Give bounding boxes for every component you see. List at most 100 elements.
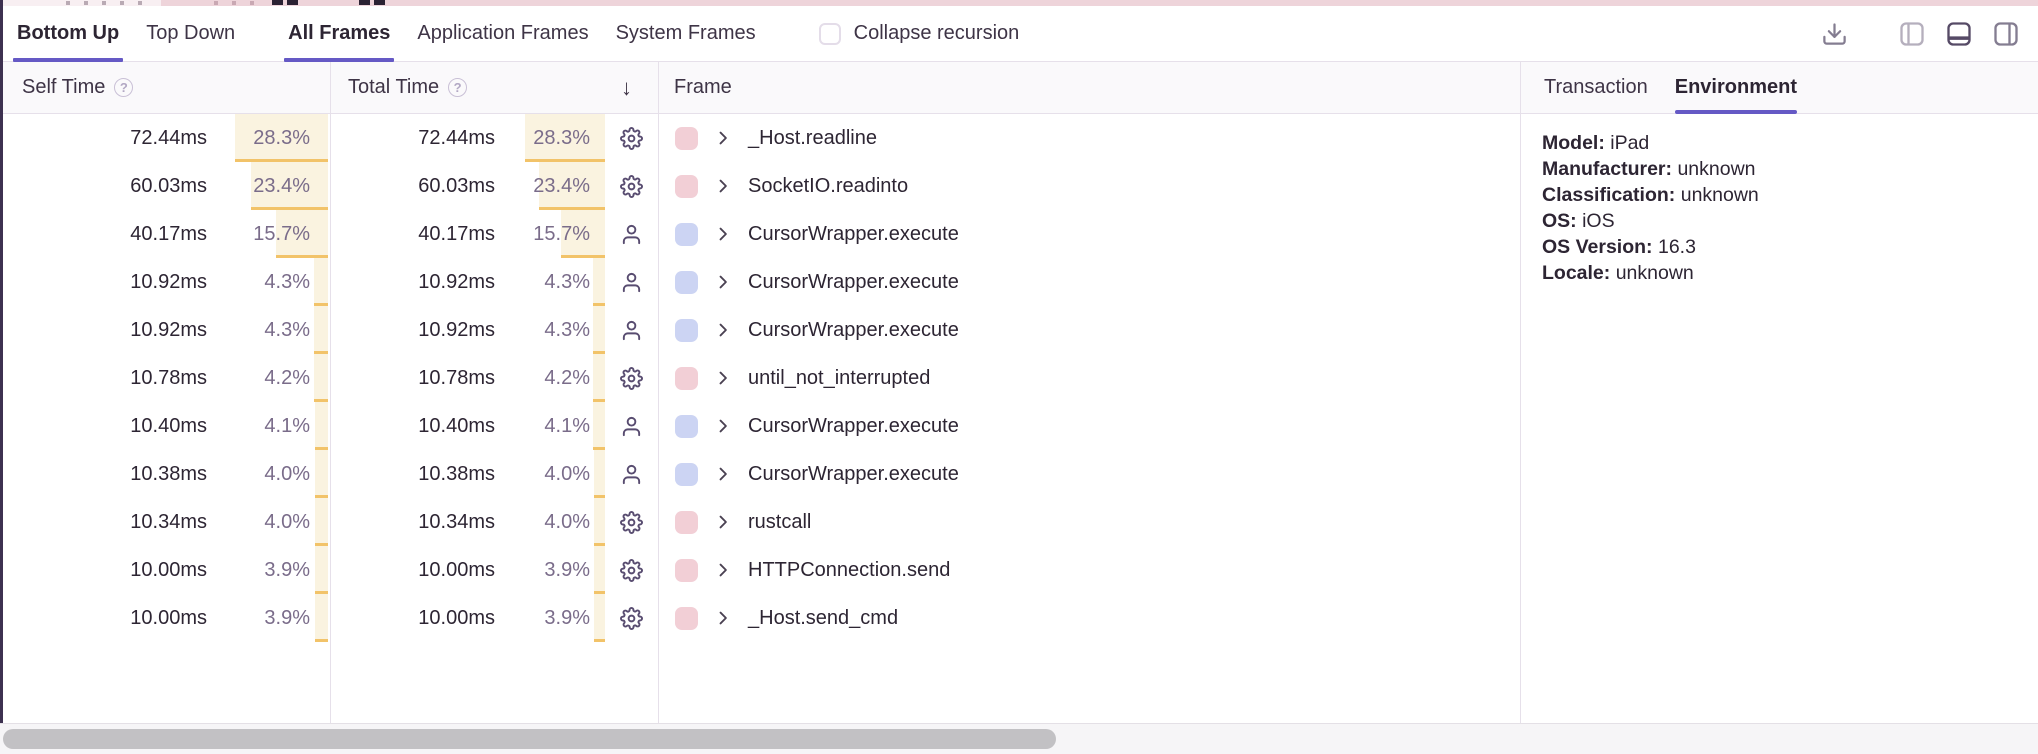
total-time-percent-cell: 3.9% bbox=[525, 594, 605, 642]
help-icon[interactable]: ? bbox=[114, 78, 133, 97]
collapse-recursion-checkbox[interactable] bbox=[819, 23, 841, 45]
tab-all-frames[interactable]: All Frames bbox=[288, 6, 390, 61]
expand-chevron-icon[interactable] bbox=[713, 224, 733, 244]
expand-chevron-icon[interactable] bbox=[713, 368, 733, 388]
table-row[interactable]: 10.78ms 4.2% 10.78ms 4.2% until_not_inte… bbox=[0, 354, 1520, 402]
table-row[interactable]: 10.00ms 3.9% 10.00ms 3.9% HTTPConnection… bbox=[0, 546, 1520, 594]
table-row[interactable]: 10.40ms 4.1% 10.40ms 4.1% CursorWrapper.… bbox=[0, 402, 1520, 450]
expand-chevron-icon[interactable] bbox=[713, 416, 733, 436]
frame-color-chip bbox=[675, 223, 698, 246]
table-row[interactable]: 40.17ms 15.7% 40.17ms 15.7% CursorWrappe… bbox=[0, 210, 1520, 258]
tab-application-frames[interactable]: Application Frames bbox=[417, 6, 588, 61]
expand-chevron-icon[interactable] bbox=[713, 512, 733, 532]
self-time-value: 10.92ms bbox=[0, 258, 233, 306]
horizontal-scrollbar[interactable] bbox=[0, 723, 2038, 754]
frame-name: CursorWrapper.execute bbox=[748, 319, 959, 342]
self-time-column-header[interactable]: Self Time ? bbox=[0, 62, 330, 113]
frame-column-header[interactable]: Frame bbox=[658, 62, 1520, 113]
gear-icon bbox=[620, 511, 643, 534]
table-row[interactable]: 10.92ms 4.3% 10.92ms 4.3% CursorWrapper.… bbox=[0, 258, 1520, 306]
frame-type-icon-box bbox=[605, 450, 658, 498]
help-icon[interactable]: ? bbox=[448, 78, 467, 97]
person-icon bbox=[620, 319, 643, 342]
table-header-row: Self Time ? Total Time ? ↓ Frame bbox=[0, 62, 1520, 114]
person-icon bbox=[620, 415, 643, 438]
sort-descending-icon[interactable]: ↓ bbox=[621, 75, 658, 101]
total-time-value: 10.78ms bbox=[330, 354, 525, 402]
tab-system-frames[interactable]: System Frames bbox=[616, 6, 756, 61]
bottom-up-table: Self Time ? Total Time ? ↓ Frame 72.44ms… bbox=[0, 62, 1521, 723]
percent-weight-bar bbox=[593, 306, 605, 354]
gear-icon bbox=[620, 607, 643, 630]
total-time-value: 10.00ms bbox=[330, 594, 525, 642]
gear-icon bbox=[620, 175, 643, 198]
table-row[interactable]: 10.38ms 4.0% 10.38ms 4.0% CursorWrapper.… bbox=[0, 450, 1520, 498]
expand-chevron-icon[interactable] bbox=[713, 272, 733, 292]
field-value: unknown bbox=[1616, 262, 1694, 284]
environment-field: Classification: unknown bbox=[1542, 182, 2018, 208]
frame-color-chip bbox=[675, 463, 698, 486]
table-row[interactable]: 72.44ms 28.3% 72.44ms 28.3% _Host.readli… bbox=[0, 114, 1520, 162]
total-time-value: 60.03ms bbox=[330, 162, 525, 210]
minimap-tick bbox=[84, 1, 88, 5]
download-icon[interactable] bbox=[1819, 19, 1849, 49]
table-row[interactable]: 60.03ms 23.4% 60.03ms 23.4% SocketIO.rea… bbox=[0, 162, 1520, 210]
frame-cell: rustcall bbox=[658, 498, 1520, 546]
tab-bottom-up[interactable]: Bottom Up bbox=[17, 6, 119, 61]
self-time-cell: 10.38ms 4.0% bbox=[0, 450, 330, 498]
total-time-cell: 40.17ms 15.7% bbox=[330, 210, 658, 258]
total-time-percent-cell: 4.3% bbox=[525, 258, 605, 306]
expand-chevron-icon[interactable] bbox=[713, 608, 733, 628]
column-divider bbox=[658, 62, 659, 723]
split-bottom-icon[interactable] bbox=[1944, 19, 1974, 49]
percent-weight-bar bbox=[594, 498, 605, 546]
frame-type-icon-box bbox=[605, 594, 658, 642]
self-time-cell: 10.00ms 3.9% bbox=[0, 546, 330, 594]
total-time-percent-cell: 4.3% bbox=[525, 306, 605, 354]
minimap-frame-mark bbox=[359, 0, 370, 5]
self-time-value: 10.38ms bbox=[0, 450, 233, 498]
self-time-cell: 10.34ms 4.0% bbox=[0, 498, 330, 546]
expand-chevron-icon[interactable] bbox=[713, 320, 733, 340]
profiler-tab-bar: Bottom Up Top Down All Frames Applicatio… bbox=[0, 6, 2038, 62]
tab-environment[interactable]: Environment bbox=[1675, 62, 1797, 113]
frame-color-chip bbox=[675, 175, 698, 198]
field-label: OS Version: bbox=[1542, 236, 1653, 258]
total-time-cell: 10.92ms 4.3% bbox=[330, 258, 658, 306]
expand-chevron-icon[interactable] bbox=[713, 176, 733, 196]
environment-field: Locale: unknown bbox=[1542, 260, 2018, 286]
self-time-value: 10.40ms bbox=[0, 402, 233, 450]
environment-field: Manufacturer: unknown bbox=[1542, 156, 2018, 182]
horizontal-scrollbar-thumb[interactable] bbox=[3, 729, 1056, 749]
table-row[interactable]: 10.00ms 3.9% 10.00ms 3.9% _Host.send_cmd bbox=[0, 594, 1520, 642]
self-time-value: 10.78ms bbox=[0, 354, 233, 402]
expand-chevron-icon[interactable] bbox=[713, 464, 733, 484]
total-time-percent-cell: 3.9% bbox=[525, 546, 605, 594]
percent-weight-bar bbox=[594, 450, 605, 498]
frame-type-icon-box bbox=[605, 258, 658, 306]
frame-type-icon-box bbox=[605, 354, 658, 402]
total-time-percent: 15.7% bbox=[533, 210, 590, 258]
total-time-percent: 4.3% bbox=[544, 258, 590, 306]
table-row[interactable]: 10.92ms 4.3% 10.92ms 4.3% CursorWrapper.… bbox=[0, 306, 1520, 354]
total-time-value: 10.00ms bbox=[330, 546, 525, 594]
total-time-percent-cell: 23.4% bbox=[525, 162, 605, 210]
split-right-icon[interactable] bbox=[1991, 19, 2021, 49]
frame-type-icon-box bbox=[605, 402, 658, 450]
expand-chevron-icon[interactable] bbox=[713, 560, 733, 580]
expand-chevron-icon[interactable] bbox=[713, 128, 733, 148]
split-left-icon[interactable] bbox=[1897, 19, 1927, 49]
table-row[interactable]: 10.34ms 4.0% 10.34ms 4.0% rustcall bbox=[0, 498, 1520, 546]
total-time-percent-cell: 28.3% bbox=[525, 114, 605, 162]
percent-weight-bar bbox=[594, 546, 605, 594]
column-divider bbox=[330, 62, 331, 723]
frame-type-icon-box bbox=[605, 210, 658, 258]
percent-weight-bar bbox=[594, 594, 605, 642]
total-time-percent-cell: 4.2% bbox=[525, 354, 605, 402]
tab-transaction[interactable]: Transaction bbox=[1544, 62, 1648, 113]
total-time-column-header[interactable]: Total Time ? ↓ bbox=[330, 62, 658, 113]
frame-name: HTTPConnection.send bbox=[748, 559, 950, 582]
tab-top-down[interactable]: Top Down bbox=[146, 6, 235, 61]
percent-weight-bar bbox=[315, 450, 328, 498]
field-label: Locale: bbox=[1542, 262, 1610, 284]
